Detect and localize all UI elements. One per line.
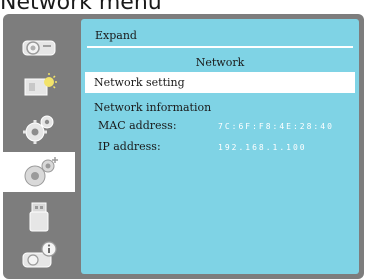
sidebar-item-picture[interactable] bbox=[9, 66, 69, 106]
sidebar-item-settings[interactable] bbox=[9, 109, 69, 149]
sidebar bbox=[3, 14, 75, 279]
page-heading: Network menu bbox=[0, 0, 162, 15]
title-divider bbox=[87, 46, 353, 48]
osd-menu-window: Expand Network Network setting Network i… bbox=[3, 14, 364, 279]
ip-address-value: 192.168.1.100 bbox=[218, 143, 307, 152]
section-title: Network bbox=[195, 56, 245, 69]
sidebar-item-expand[interactable] bbox=[3, 152, 75, 192]
menu-item-network-setting[interactable]: Network setting bbox=[85, 72, 355, 93]
mac-address-label: MAC address: bbox=[98, 119, 177, 132]
sidebar-item-info[interactable] bbox=[9, 236, 69, 276]
picture-icon bbox=[24, 73, 57, 96]
projector-icon bbox=[22, 40, 56, 56]
sidebar-item-usb[interactable] bbox=[9, 197, 69, 237]
usb-icon bbox=[29, 202, 49, 232]
gear-icon bbox=[23, 115, 54, 144]
network-info-heading: Network information bbox=[94, 101, 212, 114]
sidebar-item-display[interactable] bbox=[9, 24, 69, 64]
expand-panel: Expand Network Network setting Network i… bbox=[81, 19, 359, 274]
info-icon bbox=[22, 241, 57, 268]
ip-address-label: IP address: bbox=[98, 140, 161, 153]
expand-gear-icon bbox=[24, 157, 58, 187]
panel-title: Expand bbox=[95, 29, 137, 42]
menu-item-label: Network setting bbox=[94, 76, 185, 89]
mac-address-value: 7C:6F:F8:4E:28:40 bbox=[218, 122, 334, 131]
